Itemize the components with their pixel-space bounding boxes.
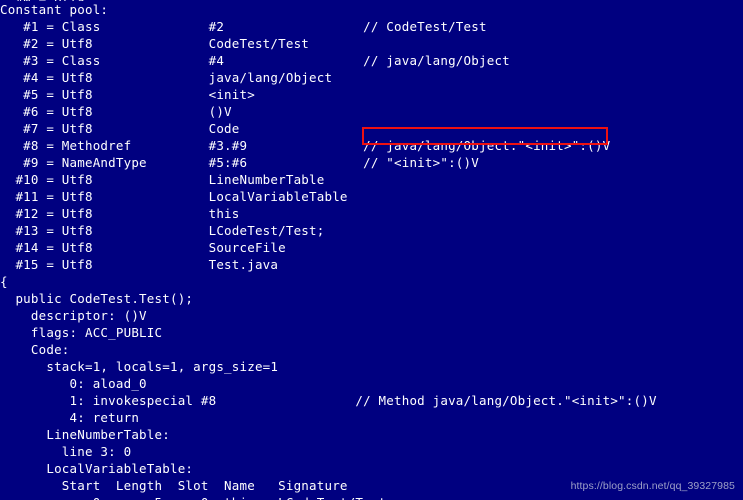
console-line: #2 = Utf8 CodeTest/Test bbox=[0, 36, 310, 51]
console-line: #9 = NameAndType #5:#6 // "<init>":()V bbox=[0, 155, 479, 170]
console-line: 0: aload_0 bbox=[0, 376, 147, 391]
console-line: #13 = Utf8 LCodeTest/Test; bbox=[0, 223, 325, 238]
console-line: #15 = Utf8 Test.java bbox=[0, 257, 279, 272]
console-line: #14 = Utf8 SourceFile bbox=[0, 240, 286, 255]
console-line: #7 = Utf8 Code bbox=[0, 121, 240, 136]
console-line: line 3: 0 bbox=[0, 444, 132, 459]
console-line: LocalVariableTable: bbox=[0, 461, 194, 476]
console-line: { bbox=[0, 274, 8, 289]
watermark-url: https://blog.csdn.net/qq_39327985 bbox=[570, 480, 735, 492]
console-line: #6 = Utf8 ()V bbox=[0, 104, 232, 119]
console-line: #4 = Utf8 java/lang/Object bbox=[0, 70, 333, 85]
console-line: Constant pool: bbox=[0, 2, 109, 17]
console-line: Code: bbox=[0, 342, 70, 357]
terminal-window: #0 = Utf8 _Constant pool: #1 = Class #2 … bbox=[0, 0, 743, 500]
console-line: #3 = Class #4 // java/lang/Object bbox=[0, 53, 510, 68]
console-line: descriptor: ()V bbox=[0, 308, 147, 323]
console-line: #1 = Class #2 // CodeTest/Test bbox=[0, 19, 487, 34]
console-line: 4: return bbox=[0, 410, 140, 425]
console-output[interactable]: #0 = Utf8 _Constant pool: #1 = Class #2 … bbox=[0, 0, 743, 500]
console-line: LineNumberTable: bbox=[0, 427, 170, 442]
console-line: flags: ACC_PUBLIC bbox=[0, 325, 163, 340]
console-line: #12 = Utf8 this bbox=[0, 206, 240, 221]
console-line: #11 = Utf8 LocalVariableTable bbox=[0, 189, 348, 204]
console-line: stack=1, locals=1, args_size=1 bbox=[0, 359, 279, 374]
console-line: #10 = Utf8 LineNumberTable bbox=[0, 172, 325, 187]
console-line: #8 = Methodref #3.#9 // java/lang/Object… bbox=[0, 138, 611, 153]
console-line: public CodeTest.Test(); bbox=[0, 291, 194, 306]
console-line: 1: invokespecial #8 // Method java/lang/… bbox=[0, 393, 657, 408]
console-line: #5 = Utf8 <init> bbox=[0, 87, 255, 102]
